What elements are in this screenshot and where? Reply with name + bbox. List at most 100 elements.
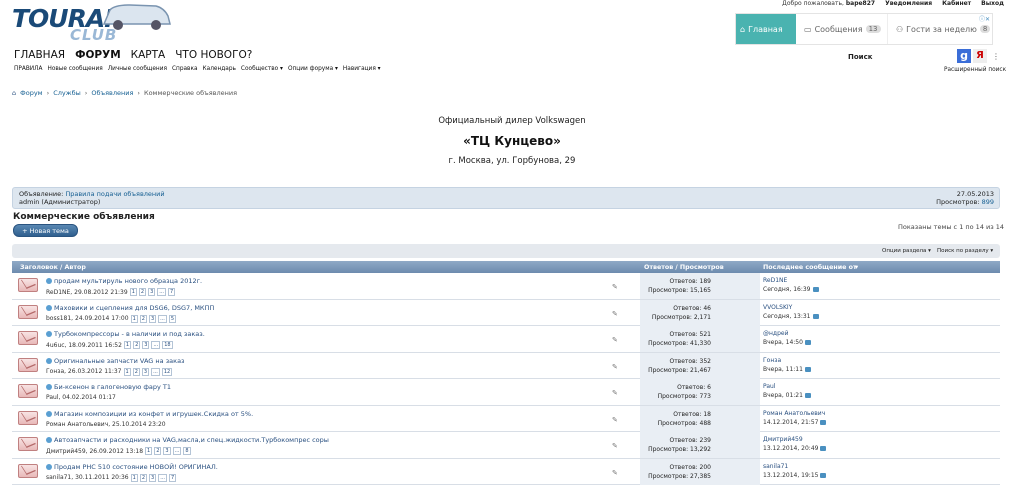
- go-to-first-unread-icon[interactable]: [46, 304, 52, 311]
- go-to-first-unread-icon[interactable]: [46, 384, 52, 390]
- table-row[interactable]: Би-ксенон в галогеновую фару T1 Paul, 04…: [12, 379, 1000, 406]
- breadcrumb-ads[interactable]: Объявления: [91, 89, 133, 97]
- forum-search-dropdown[interactable]: Поиск по разделу ▾: [937, 248, 993, 254]
- subnav-forum-options[interactable]: Опции форума ▾: [288, 66, 338, 72]
- thread-title[interactable]: продам мультируль нового образца 2012г.: [46, 277, 202, 285]
- last-post-user[interactable]: Дмитрий459: [763, 436, 826, 443]
- thread-author[interactable]: Роман Анатольевич, 25.10.2014 23:20: [46, 421, 166, 428]
- thread-title-text[interactable]: Турбокомпрессоры - в наличии и под заказ…: [54, 330, 205, 338]
- thread-author[interactable]: ReD1NE, 29.08.2012 21:39: [46, 289, 128, 296]
- thread-title[interactable]: Маховики и сцепления для DSG6, DSG7, МКП…: [46, 304, 214, 312]
- thread-author[interactable]: Гонзa, 26.03.2012 11:37: [46, 368, 122, 375]
- last-post-user[interactable]: Гонзa: [763, 357, 811, 364]
- page-link[interactable]: ...: [158, 314, 167, 323]
- thread-title-text[interactable]: Маховики и сцепления для DSG6, DSG7, МКП…: [54, 304, 214, 312]
- thread-author[interactable]: Дмитрий459, 26.09.2012 13:18: [46, 448, 143, 455]
- google-search-icon[interactable]: g: [957, 49, 971, 63]
- page-link[interactable]: ...: [158, 473, 167, 482]
- nav-home[interactable]: ГЛАВНАЯ: [14, 49, 65, 61]
- subnav-private-messages[interactable]: Личные сообщения: [108, 66, 167, 72]
- thread-title-text[interactable]: Би-ксенон в галогеновую фару T1: [54, 383, 171, 391]
- go-to-last-post-icon[interactable]: [820, 419, 827, 425]
- thread-title[interactable]: Автозапчасти и расходники на VAG,масла,и…: [46, 436, 329, 444]
- page-link[interactable]: 1: [130, 314, 138, 323]
- page-link[interactable]: ...: [151, 341, 161, 349]
- breadcrumb-forum[interactable]: Форум: [20, 89, 42, 97]
- forum-options-dropdown[interactable]: Опции раздела ▾: [882, 248, 931, 254]
- page-link[interactable]: 12: [161, 367, 173, 376]
- page-link[interactable]: 3: [148, 314, 157, 323]
- nav-whats-new[interactable]: ЧТО НОВОГО?: [175, 49, 252, 61]
- yandex-search-icon[interactable]: Я: [973, 49, 987, 63]
- ad-banner[interactable]: ⌂ Главная ▭ Сообщения 13 ⚇ Гости за неделю 8 …: [735, 13, 993, 45]
- page-link[interactable]: 7: [168, 473, 177, 482]
- logout-link[interactable]: Выход: [981, 0, 1004, 7]
- ad-home[interactable]: ⌂ Главная: [736, 14, 796, 44]
- page-link[interactable]: ...: [172, 447, 182, 455]
- last-post-user[interactable]: ReD1NE: [763, 277, 819, 284]
- new-topic-button[interactable]: + Новая тема: [13, 224, 78, 237]
- go-to-last-post-icon[interactable]: [812, 313, 819, 319]
- nav-forum[interactable]: ФОРУМ: [75, 49, 121, 61]
- page-link[interactable]: 2: [133, 341, 141, 349]
- nav-map[interactable]: КАРТА: [131, 49, 166, 61]
- go-to-first-unread-icon[interactable]: [46, 437, 52, 443]
- ad-close-icon[interactable]: ⓘ✕: [979, 14, 990, 23]
- table-row[interactable]: Продам РНС 510 состояние НОВОЙ! ОРИГИНАЛ…: [12, 458, 1000, 485]
- subnav-navigation[interactable]: Навигация ▾: [343, 66, 381, 72]
- dealer-banner[interactable]: Официальный дилер Volkswagen «ТЦ Кунцево…: [0, 116, 1024, 166]
- thread-author[interactable]: Paul, 04.02.2014 01:17: [46, 394, 116, 401]
- last-post-user[interactable]: @ндрей: [763, 330, 811, 337]
- ad-guests[interactable]: ⚇ Гости за неделю 8: [888, 14, 991, 44]
- page-link[interactable]: ...: [157, 288, 167, 296]
- thread-title[interactable]: Магазин композиции из конфет и игрушек.С…: [46, 410, 253, 418]
- go-to-first-unread-icon[interactable]: [46, 357, 52, 364]
- go-to-first-unread-icon[interactable]: [46, 410, 52, 417]
- go-to-last-post-icon[interactable]: [804, 340, 811, 345]
- table-row[interactable]: продам мультируль нового образца 2012г. …: [12, 273, 1000, 300]
- search-label[interactable]: Поиск: [848, 53, 872, 61]
- thread-title-text[interactable]: Оригинальные запчасти VAG на заказ: [54, 357, 185, 365]
- page-link[interactable]: 3: [163, 447, 171, 455]
- table-row[interactable]: Турбокомпрессоры - в наличии и под заказ…: [12, 326, 1000, 353]
- username-link[interactable]: bape827: [846, 0, 875, 7]
- table-row[interactable]: Оригинальные запчасти VAG на заказ Гонзa…: [12, 352, 1000, 379]
- thread-title[interactable]: Продам РНС 510 состояние НОВОЙ! ОРИГИНАЛ…: [46, 463, 218, 471]
- go-to-first-unread-icon[interactable]: [46, 331, 52, 337]
- page-link[interactable]: 2: [139, 473, 147, 482]
- page-link[interactable]: 3: [148, 288, 156, 296]
- last-post-user[interactable]: Роман Анатольевич: [763, 410, 826, 417]
- cabinet-link[interactable]: Кабинет: [942, 0, 971, 7]
- subnav-community[interactable]: Сообщество ▾: [241, 66, 283, 72]
- thread-title[interactable]: Би-ксенон в галогеновую фару T1: [46, 383, 171, 391]
- table-row[interactable]: Маховики и сцепления для DSG6, DSG7, МКП…: [12, 299, 1000, 326]
- thread-title-text[interactable]: Магазин композиции из конфет и игрушек.С…: [54, 410, 253, 418]
- go-to-first-unread-icon[interactable]: [46, 463, 52, 470]
- page-link[interactable]: 1: [123, 367, 131, 376]
- page-link[interactable]: 5: [168, 314, 177, 323]
- col-title[interactable]: Заголовок / Автор: [20, 264, 86, 271]
- page-link[interactable]: 8: [183, 447, 191, 455]
- thread-author[interactable]: 4u6uc, 18.09.2011 16:52: [46, 342, 122, 349]
- go-to-first-unread-icon[interactable]: [46, 278, 52, 284]
- page-link[interactable]: 3: [142, 341, 150, 349]
- go-to-last-post-icon[interactable]: [820, 446, 827, 451]
- subnav-new-posts[interactable]: Новые сообщения: [47, 66, 102, 72]
- breadcrumb-services[interactable]: Службы: [53, 89, 81, 97]
- thread-title[interactable]: Оригинальные запчасти VAG на заказ: [46, 357, 185, 365]
- notice-link[interactable]: Правила подачи объявлений: [65, 190, 164, 198]
- thread-author[interactable]: boss181, 24.09.2014 17:00: [46, 315, 129, 322]
- table-row[interactable]: Магазин композиции из конфет и игрушек.С…: [12, 405, 1000, 432]
- page-link[interactable]: ...: [151, 367, 160, 376]
- page-link[interactable]: 1: [123, 341, 132, 349]
- page-link[interactable]: 2: [132, 367, 140, 376]
- thread-title-text[interactable]: Автозапчасти и расходники на VAG,масла,и…: [54, 436, 329, 444]
- home-icon[interactable]: ⌂: [12, 89, 16, 97]
- go-to-last-post-icon[interactable]: [804, 393, 811, 398]
- col-stats[interactable]: Ответов / Просмотров: [644, 264, 724, 271]
- page-link[interactable]: 2: [139, 314, 147, 323]
- page-link[interactable]: 2: [138, 288, 147, 296]
- thread-title-text[interactable]: Продам РНС 510 состояние НОВОЙ! ОРИГИНАЛ…: [54, 463, 218, 471]
- go-to-last-post-icon[interactable]: [804, 366, 811, 372]
- more-icon[interactable]: ⋮: [992, 52, 1000, 61]
